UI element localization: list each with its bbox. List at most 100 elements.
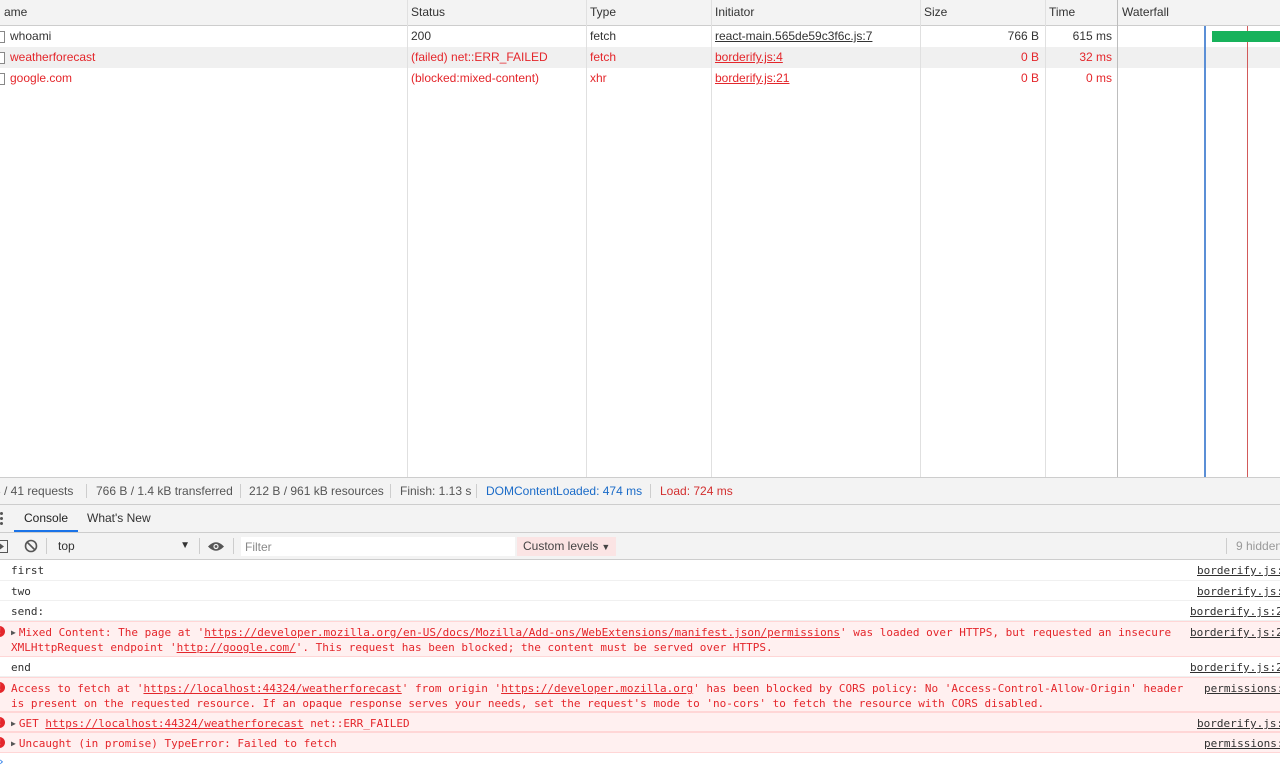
chevron-down-icon: ▼ — [601, 542, 611, 552]
summary-requests: 3 / 41 requests — [0, 484, 74, 498]
summary-divider — [240, 484, 241, 498]
message-text: send: — [11, 605, 45, 618]
message-source-link[interactable]: permissions:1 — [1204, 736, 1280, 751]
console-message: send: borderify.js:2 — [0, 601, 1280, 621]
console-toolbar: top ▼ Custom levels▼ 9 hidden — [0, 533, 1280, 560]
column-divider[interactable] — [711, 0, 712, 477]
message-text: end — [11, 661, 31, 674]
column-divider[interactable] — [1045, 0, 1046, 477]
console-error-message: ! ▶Mixed Content: The page at 'https://d… — [0, 621, 1280, 657]
request-type: xhr — [590, 71, 607, 85]
request-initiator-link[interactable]: borderify.js:4 — [711, 47, 920, 68]
table-row[interactable]: weatherforecast (failed) net::ERR_FAILED… — [0, 47, 1280, 68]
message-text: Access to fetch at 'https://localhost:44… — [11, 681, 1183, 711]
console-message: first borderify.js:2 — [0, 560, 1280, 581]
column-header-status[interactable]: Status — [407, 0, 586, 25]
summary-divider — [650, 484, 651, 498]
message-text: first — [11, 564, 45, 577]
message-url-link[interactable]: https://localhost:44324/weatherforecast — [45, 717, 303, 730]
summary-domcontentloaded: DOMContentLoaded: 474 ms — [486, 484, 643, 498]
column-header-size[interactable]: Size — [920, 0, 1045, 25]
expand-triangle-icon[interactable]: ▶ — [11, 716, 16, 731]
summary-load: Load: 724 ms — [660, 484, 733, 498]
request-initiator-link[interactable]: borderify.js:21 — [711, 68, 920, 89]
expand-triangle-icon[interactable]: ▶ — [11, 736, 16, 751]
message-text-part: Mixed Content: The page at ' — [18, 626, 205, 639]
message-text-part: XMLHttpRequest endpoint ' — [11, 641, 177, 654]
message-url-link[interactable]: https://localhost:44324/weatherforecast — [143, 682, 401, 695]
message-source-link[interactable]: borderify.js:2 — [1190, 625, 1280, 640]
request-time: 32 ms — [1079, 50, 1112, 64]
log-levels-dropdown[interactable]: Custom levels ▼ — [517, 537, 617, 556]
context-selector[interactable]: top ▼ — [52, 536, 196, 556]
waterfall-load-line — [1247, 26, 1248, 477]
column-divider[interactable] — [586, 0, 587, 477]
request-time: 0 ms — [1085, 71, 1112, 85]
column-header-time[interactable]: Time — [1045, 0, 1118, 25]
show-sidebar-icon[interactable] — [0, 540, 8, 556]
request-status: (blocked:mixed-content) — [411, 71, 540, 85]
request-type: fetch — [590, 50, 617, 64]
toolbar-divider — [199, 538, 200, 554]
message-source-link[interactable]: borderify.js:2 — [1190, 604, 1280, 619]
request-type: fetch — [590, 29, 617, 43]
toolbar-divider — [1226, 538, 1227, 554]
message-url-link[interactable]: https://developer.mozilla.org/en-US/docs… — [204, 626, 840, 639]
table-header: ame Status Type Initiator Size Time Wate… — [0, 0, 1280, 26]
message-text-part: ' was loaded over HTTPS, but requested a… — [840, 626, 1172, 639]
summary-finish: Finish: 1.13 s — [400, 484, 472, 498]
table-row[interactable]: whoami 200 fetch react-main.565de59c3f6c… — [0, 26, 1280, 47]
chevron-down-icon: ▼ — [180, 540, 190, 551]
row-checkbox[interactable] — [0, 73, 5, 85]
column-header-type[interactable]: Type — [586, 0, 711, 25]
message-source-link[interactable]: borderify.js:2 — [1190, 660, 1280, 675]
console-error-message: ! Access to fetch at 'https://localhost:… — [0, 677, 1280, 712]
request-name: weatherforecast — [10, 50, 96, 64]
request-status: (failed) net::ERR_FAILED — [411, 50, 548, 64]
summary-divider — [476, 484, 477, 498]
request-initiator-link[interactable]: react-main.565de59c3f6c.js:7 — [711, 26, 920, 47]
console-message: two borderify.js:2 — [0, 581, 1280, 601]
message-source-link[interactable]: borderify.js:4 — [1197, 716, 1280, 731]
column-header-name[interactable]: ame — [0, 0, 407, 25]
request-status: 200 — [411, 29, 432, 43]
tab-console[interactable]: Console — [14, 505, 79, 532]
network-request-table: ame Status Type Initiator Size Time Wate… — [0, 0, 1280, 477]
message-source-link[interactable]: borderify.js:2 — [1197, 584, 1280, 599]
message-source-link[interactable]: borderify.js:2 — [1197, 563, 1280, 578]
summary-transferred: 766 B / 1.4 kB transferred — [96, 484, 233, 498]
column-divider[interactable] — [1117, 0, 1118, 477]
live-expression-eye-icon[interactable] — [207, 541, 225, 555]
toolbar-divider — [46, 538, 47, 554]
message-text-part: ' from origin ' — [401, 682, 502, 695]
table-row[interactable]: google.com (blocked:mixed-content) xhr b… — [0, 68, 1280, 89]
message-text-part: ' has been blocked by CORS policy: No 'A… — [693, 682, 1184, 695]
request-time: 615 ms — [1072, 29, 1112, 43]
column-header-waterfall[interactable]: Waterfall — [1118, 0, 1280, 25]
message-url-link[interactable]: https://developer.mozilla.org — [501, 682, 693, 695]
summary-divider — [390, 484, 391, 498]
request-size: 0 B — [1020, 71, 1039, 85]
row-checkbox[interactable] — [0, 52, 5, 64]
error-icon: ! — [0, 717, 5, 728]
column-divider[interactable] — [407, 0, 408, 477]
message-text: two — [11, 585, 31, 598]
column-header-initiator[interactable]: Initiator — [711, 0, 920, 25]
expand-triangle-icon[interactable]: ▶ — [11, 625, 16, 640]
context-selector-value: top — [58, 539, 75, 553]
error-icon: ! — [0, 737, 5, 748]
request-size: 0 B — [1020, 50, 1039, 64]
clear-console-icon[interactable] — [24, 539, 38, 556]
console-filter-input[interactable] — [241, 537, 515, 556]
message-source-link[interactable]: permissions:1 — [1204, 681, 1280, 696]
message-text-part: is present on the requested resource. If… — [11, 697, 1045, 710]
message-url-link[interactable]: http://google.com/ — [177, 641, 296, 654]
console-prompt-icon[interactable]: › — [0, 755, 5, 768]
hidden-messages-count: 9 hidden — [1236, 539, 1280, 553]
console-error-message: ! ▶Uncaught (in promise) TypeError: Fail… — [0, 732, 1280, 753]
row-checkbox[interactable] — [0, 31, 5, 43]
drawer-menu-icon[interactable] — [0, 512, 6, 526]
tab-whats-new[interactable]: What's New — [87, 505, 151, 532]
waterfall-timing-bar[interactable] — [1212, 31, 1280, 42]
column-divider[interactable] — [920, 0, 921, 477]
